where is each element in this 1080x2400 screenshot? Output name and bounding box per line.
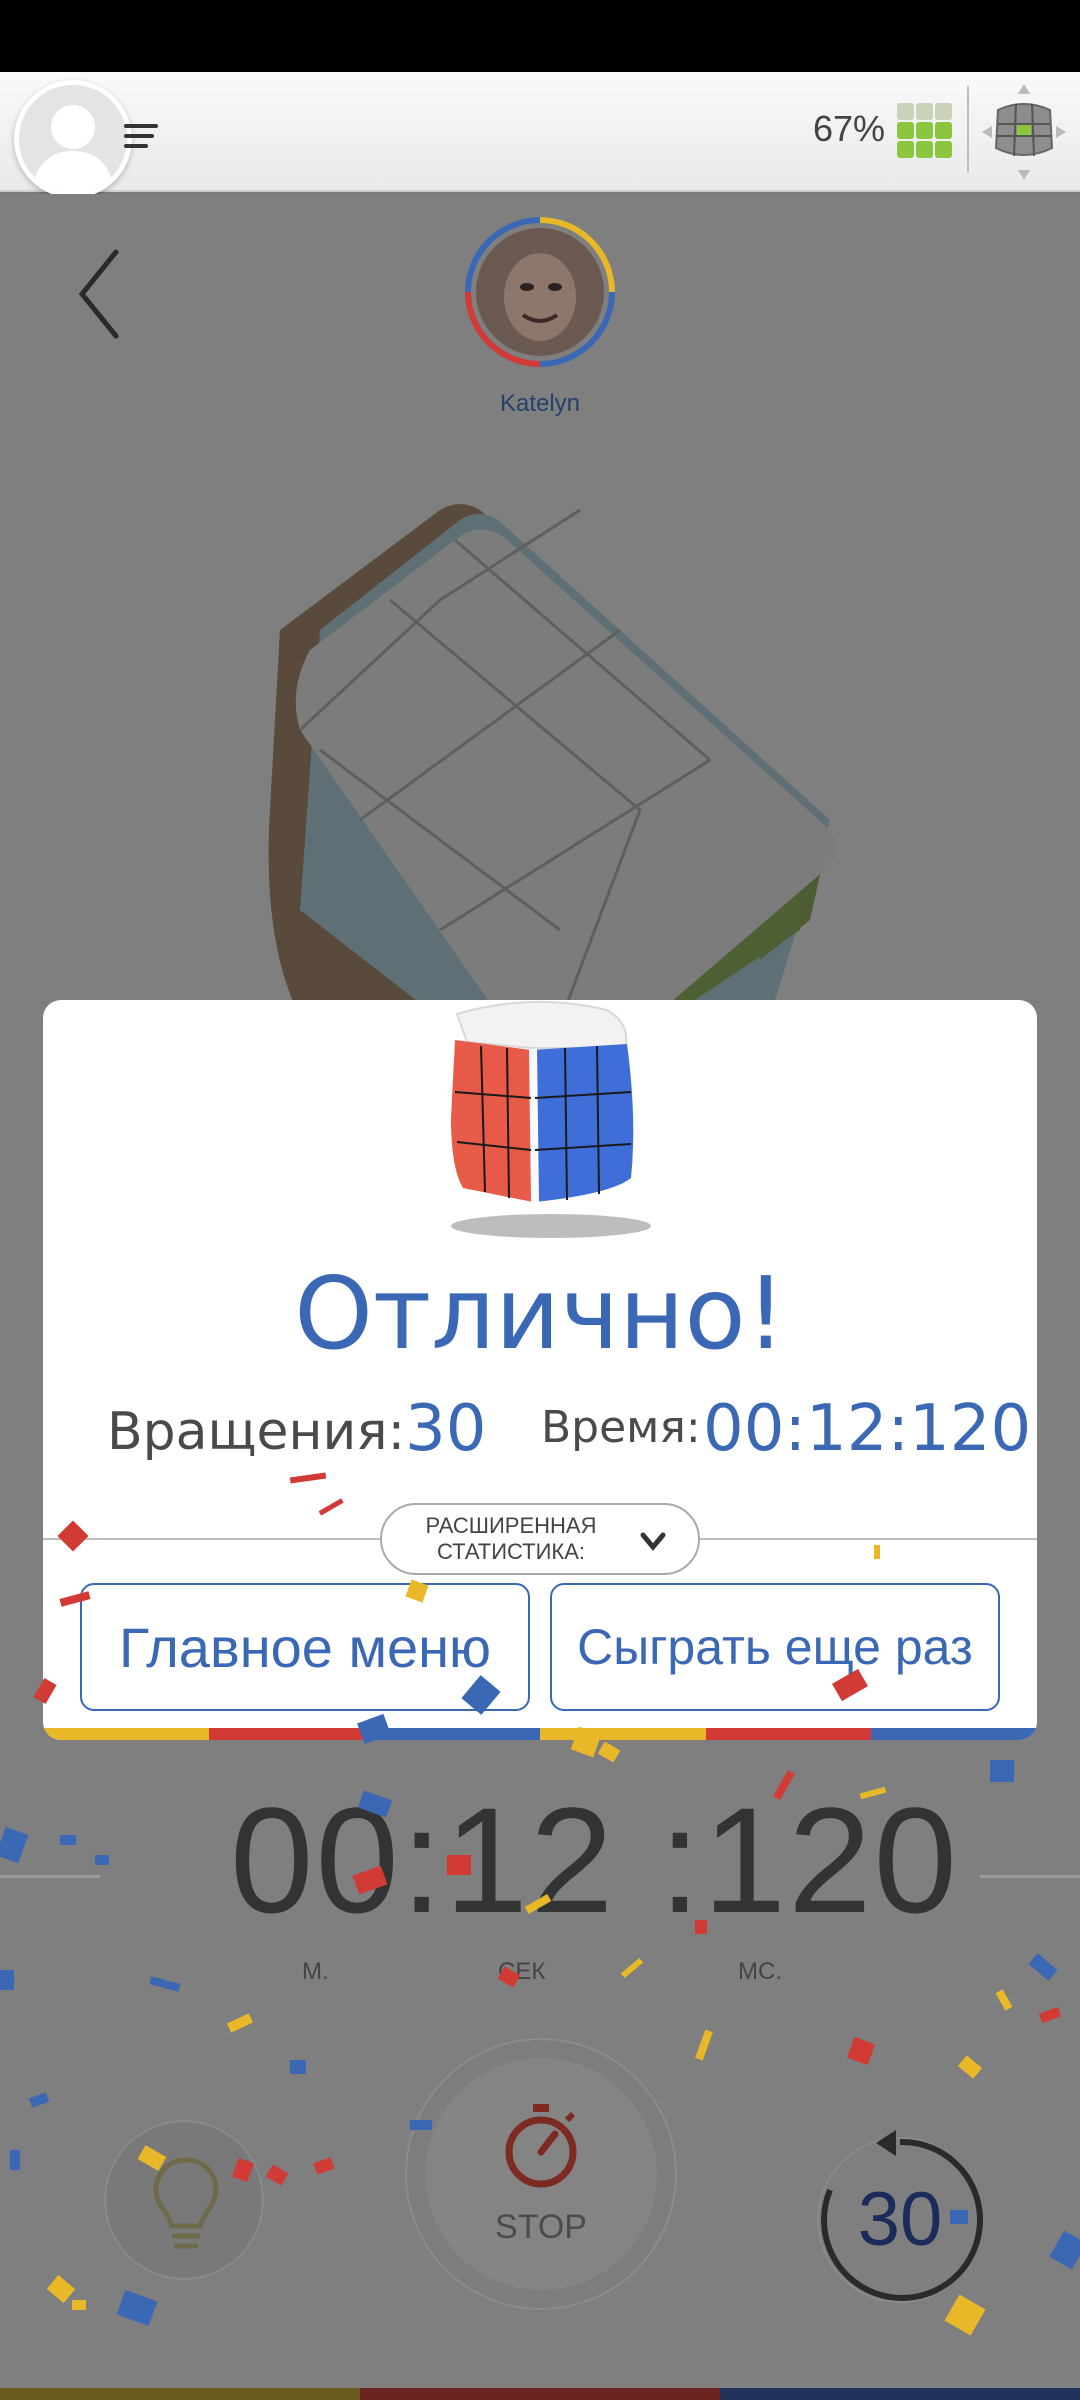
moves-counter-button[interactable]: 30 — [800, 2120, 1000, 2320]
extended-stats-toggle[interactable]: РАСШИРЕННАЯ СТАТИСТИКА: — [380, 1503, 700, 1575]
time-label: Время: — [541, 1402, 701, 1453]
elapsed-timer: 00:12 :120 — [230, 1776, 959, 1944]
lightbulb-icon — [153, 2157, 219, 2249]
player-avatar — [465, 217, 615, 367]
battery-level: 67% — [812, 108, 885, 149]
chevron-down-icon — [640, 1532, 666, 1551]
unit-milliseconds: МС. — [738, 1958, 782, 1985]
rotations-value: 30 — [405, 1392, 487, 1466]
user-avatar-button[interactable] — [14, 80, 132, 198]
moves-count: 30 — [857, 2177, 943, 2262]
stop-label: STOP — [495, 2208, 587, 2246]
status-bar — [0, 0, 1080, 72]
bottom-color-stripe — [0, 2388, 1080, 2400]
modal-color-stripe — [43, 1728, 1037, 1740]
play-again-button[interactable]: Сыграть еще раз — [550, 1583, 1000, 1711]
top-app-bar: 67% — [0, 72, 1080, 198]
timer-rule-left — [0, 1875, 100, 1878]
main-menu-button[interactable]: Главное меню — [80, 1583, 530, 1711]
rotations-label: Вращения: — [107, 1402, 406, 1462]
player-name: Katelyn — [499, 390, 581, 417]
time-value: 00:12:120 — [703, 1392, 1032, 1466]
cube-3d-view[interactable] — [240, 490, 880, 1050]
unit-seconds: СЕК — [498, 1958, 546, 1985]
grid-icon[interactable] — [896, 102, 954, 160]
toolbar-divider — [967, 86, 969, 172]
unit-minutes: М. — [302, 1958, 329, 1985]
back-chevron-icon[interactable] — [74, 246, 124, 342]
cube-navigation-icon[interactable] — [978, 80, 1070, 184]
timer-rule-right — [980, 1875, 1080, 1878]
result-title: Отлично! — [294, 1255, 786, 1372]
extended-stats-label: РАСШИРЕННАЯ СТАТИСТИКА: — [425, 1513, 597, 1564]
result-dialog: Отлично! Вращения: 30 Время: 00:12:120 Р… — [43, 1000, 1037, 1740]
cube-icon — [451, 1000, 651, 1238]
stopwatch-icon — [505, 2104, 577, 2188]
hint-button[interactable] — [104, 2120, 264, 2280]
avatar-icon — [19, 85, 127, 193]
stop-button[interactable]: STOP — [425, 2058, 657, 2290]
menu-icon[interactable] — [120, 122, 160, 150]
